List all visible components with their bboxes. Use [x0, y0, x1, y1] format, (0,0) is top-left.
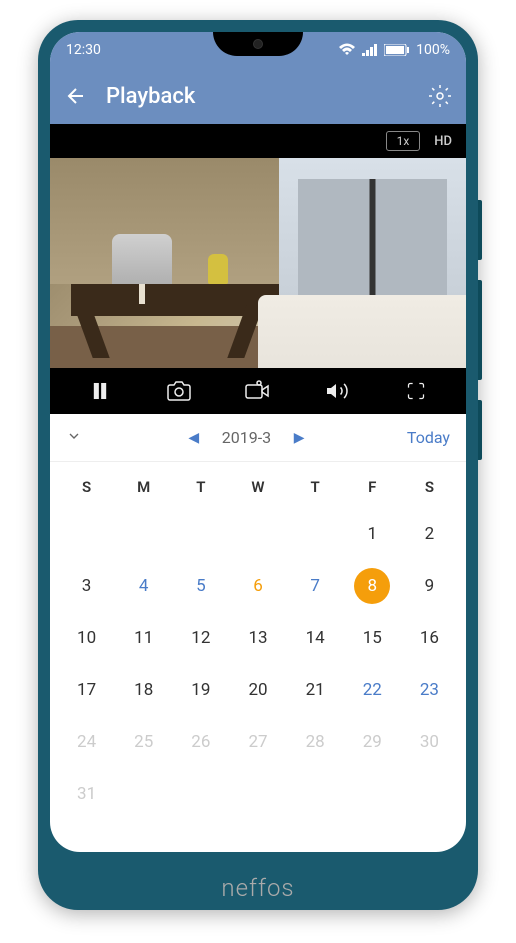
calendar-day[interactable]: 23	[401, 668, 458, 712]
calendar-day[interactable]: 19	[172, 668, 229, 712]
calendar-day[interactable]: 17	[58, 668, 115, 712]
calendar-empty-cell	[58, 512, 115, 556]
back-button[interactable]	[64, 84, 88, 108]
fullscreen-button[interactable]	[396, 371, 436, 411]
audio-button[interactable]	[317, 371, 357, 411]
calendar-day[interactable]: 14	[287, 616, 344, 660]
calendar-day[interactable]: 25	[115, 720, 172, 764]
day-header: S	[401, 470, 458, 504]
calendar-day[interactable]: 20	[229, 668, 286, 712]
calendar-day[interactable]: 15	[344, 616, 401, 660]
calendar-grid: SMTWTFS 12345678910111213141516171819202…	[50, 462, 466, 824]
wifi-icon	[338, 43, 356, 57]
calendar-empty-cell	[229, 512, 286, 556]
calendar-day[interactable]: 18	[115, 668, 172, 712]
status-time: 12:30	[66, 42, 101, 58]
phone-brand: neffos	[221, 874, 294, 902]
calendar-day[interactable]: 6	[229, 564, 286, 608]
today-button[interactable]: Today	[407, 428, 450, 447]
next-month-button[interactable]: ▶	[291, 430, 307, 446]
screen: 12:30 100% Playback 1x HD	[50, 32, 466, 852]
calendar-day[interactable]: 28	[287, 720, 344, 764]
calendar-day[interactable]: 21	[287, 668, 344, 712]
calendar-days: 1234567891011121314151617181920212223242…	[58, 512, 458, 816]
calendar-day[interactable]: 27	[229, 720, 286, 764]
battery-percent: 100%	[416, 42, 450, 58]
app-header: Playback	[50, 68, 466, 124]
calendar-day[interactable]: 4	[115, 564, 172, 608]
calendar-day[interactable]: 2	[401, 512, 458, 556]
phone-side-button	[478, 400, 482, 460]
settings-button[interactable]	[428, 84, 452, 108]
calendar-day[interactable]: 11	[115, 616, 172, 660]
day-header: W	[229, 470, 286, 504]
calendar-day[interactable]: 10	[58, 616, 115, 660]
calendar-day[interactable]: 12	[172, 616, 229, 660]
calendar-day[interactable]: 31	[58, 772, 115, 816]
day-header: M	[115, 470, 172, 504]
calendar-collapse-toggle[interactable]	[66, 428, 86, 448]
video-control-bar	[50, 368, 466, 414]
camera-feed-placeholder	[50, 158, 466, 368]
calendar-day[interactable]: 8	[344, 564, 401, 608]
video-playback-area[interactable]	[50, 158, 466, 368]
calendar-empty-cell	[287, 512, 344, 556]
page-title: Playback	[106, 84, 428, 109]
record-button[interactable]	[238, 371, 278, 411]
calendar-day[interactable]: 26	[172, 720, 229, 764]
status-right: 100%	[338, 42, 450, 58]
front-camera	[253, 39, 263, 49]
day-header: S	[58, 470, 115, 504]
month-navigation: ◀ 2019-3 ▶	[86, 428, 407, 447]
pause-button[interactable]	[80, 371, 120, 411]
calendar-day[interactable]: 7	[287, 564, 344, 608]
video-top-bar: 1x HD	[50, 124, 466, 158]
phone-notch	[213, 32, 303, 56]
calendar-header: ◀ 2019-3 ▶ Today	[50, 414, 466, 462]
day-header: F	[344, 470, 401, 504]
calendar-day[interactable]: 30	[401, 720, 458, 764]
calendar-day[interactable]: 16	[401, 616, 458, 660]
calendar-day[interactable]: 13	[229, 616, 286, 660]
day-header: T	[172, 470, 229, 504]
day-header: T	[287, 470, 344, 504]
month-label: 2019-3	[222, 428, 271, 447]
video-quality-button[interactable]: HD	[434, 134, 452, 149]
calendar-day[interactable]: 24	[58, 720, 115, 764]
snapshot-button[interactable]	[159, 371, 199, 411]
phone-side-button	[478, 200, 482, 260]
phone-side-button	[478, 280, 482, 380]
prev-month-button[interactable]: ◀	[186, 430, 202, 446]
calendar-empty-cell	[172, 512, 229, 556]
phone-frame: 12:30 100% Playback 1x HD	[38, 20, 478, 910]
playback-speed-button[interactable]: 1x	[386, 131, 421, 151]
calendar-day[interactable]: 22	[344, 668, 401, 712]
calendar-day[interactable]: 1	[344, 512, 401, 556]
calendar-empty-cell	[115, 512, 172, 556]
calendar-day[interactable]: 3	[58, 564, 115, 608]
calendar-day[interactable]: 9	[401, 564, 458, 608]
battery-icon	[384, 44, 410, 56]
signal-icon	[362, 44, 378, 56]
day-headers-row: SMTWTFS	[58, 470, 458, 504]
calendar-day[interactable]: 5	[172, 564, 229, 608]
calendar-day[interactable]: 29	[344, 720, 401, 764]
